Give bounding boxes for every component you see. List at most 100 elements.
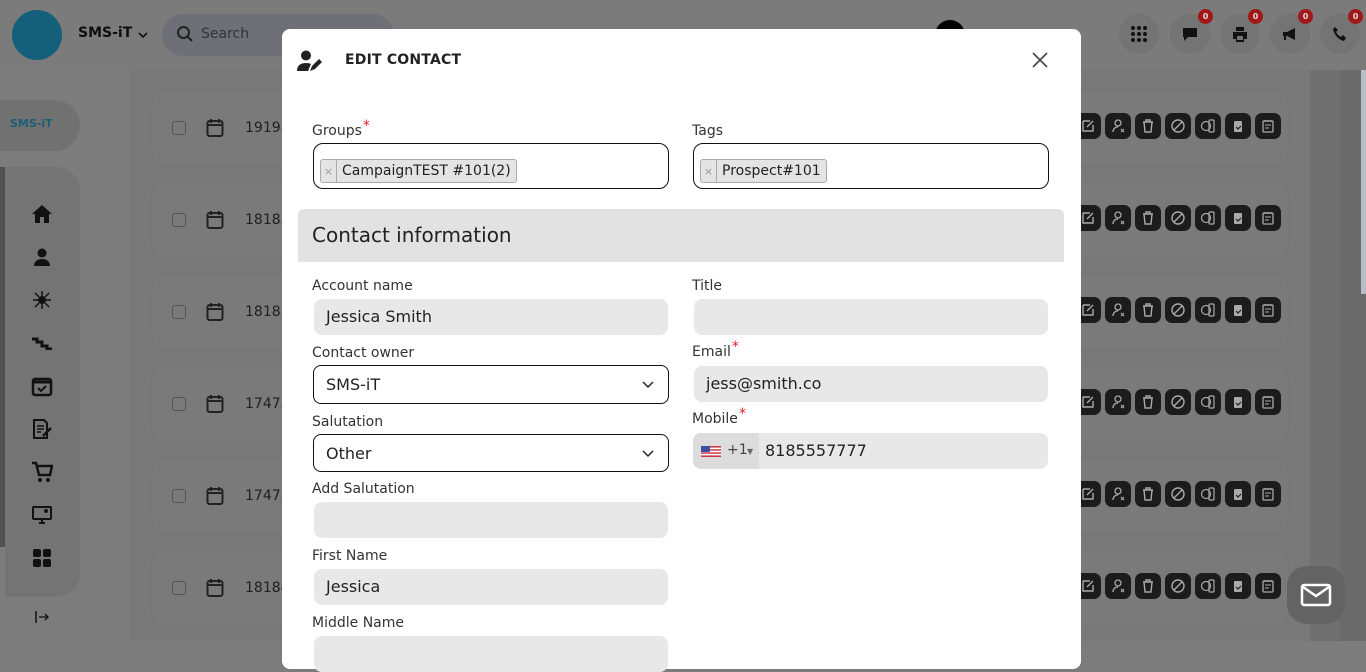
chevron-down-icon[interactable] xyxy=(137,29,149,41)
sidebar-item-contacts[interactable] xyxy=(30,245,54,269)
page-scrollbar-thumb[interactable] xyxy=(1361,70,1366,294)
contact-owner-value: SMS-iT xyxy=(326,375,381,394)
edit-icon xyxy=(1082,120,1094,132)
row-checkbox[interactable] xyxy=(172,213,186,227)
row-checkbox[interactable] xyxy=(172,397,186,411)
middle-name-input[interactable] xyxy=(314,636,668,672)
calendar-icon xyxy=(206,119,224,137)
row-checkbox[interactable] xyxy=(172,489,186,503)
dashboard-icon xyxy=(33,549,51,567)
mobile-input[interactable]: +1 ▼ 8185557777 xyxy=(693,433,1048,469)
mail-fab-button[interactable] xyxy=(1287,566,1345,624)
globe-device-button[interactable] xyxy=(1195,205,1221,231)
title-input[interactable] xyxy=(694,299,1048,335)
clipboard-check-icon xyxy=(1234,581,1242,592)
notepad-button[interactable] xyxy=(1255,573,1281,599)
sidebar-item-dashboard[interactable] xyxy=(30,546,54,570)
globe-device-button[interactable] xyxy=(1195,573,1221,599)
cart-icon xyxy=(32,461,53,482)
notepad-icon xyxy=(1262,212,1274,225)
block-button[interactable] xyxy=(1165,389,1191,415)
sidebar-item-network[interactable] xyxy=(30,288,54,312)
brand-avatar[interactable] xyxy=(12,10,62,60)
tag-chip-label: Prospect#101 xyxy=(722,163,821,179)
row-checkbox[interactable] xyxy=(172,581,186,595)
remove-chip-icon[interactable]: × xyxy=(321,160,337,182)
fax-badge: 0 xyxy=(1248,9,1263,24)
trash-button[interactable] xyxy=(1135,481,1161,507)
sidebar-item-monitor[interactable] xyxy=(30,503,54,527)
close-icon[interactable] xyxy=(1031,51,1049,69)
clipboard-check-button[interactable] xyxy=(1225,113,1251,139)
row-checkbox[interactable] xyxy=(172,305,186,319)
clipboard-check-button[interactable] xyxy=(1225,573,1251,599)
clipboard-check-button[interactable] xyxy=(1225,205,1251,231)
fax-button[interactable]: 0 xyxy=(1220,9,1263,54)
apps-grid-button[interactable] xyxy=(1119,14,1159,54)
megaphone-icon xyxy=(1283,28,1295,40)
tags-multiselect[interactable]: × Prospect#101 xyxy=(693,143,1049,189)
notepad-button[interactable] xyxy=(1255,297,1281,323)
megaphone-button[interactable]: 0 xyxy=(1270,9,1313,54)
globe-device-button[interactable] xyxy=(1195,113,1221,139)
user-remove-button[interactable] xyxy=(1105,205,1131,231)
sidebar-item-home[interactable] xyxy=(30,202,54,226)
chat-button[interactable]: 0 xyxy=(1170,9,1213,54)
add-salutation-label: Add Salutation xyxy=(312,481,415,497)
row-actions xyxy=(1075,573,1281,599)
notepad-button[interactable] xyxy=(1255,389,1281,415)
trash-button[interactable] xyxy=(1135,389,1161,415)
sidebar-item-cart[interactable] xyxy=(30,460,54,484)
add-salutation-input[interactable] xyxy=(314,502,668,538)
block-button[interactable] xyxy=(1165,297,1191,323)
calendar-icon xyxy=(206,487,224,505)
globe-device-button[interactable] xyxy=(1195,389,1221,415)
email-input[interactable]: jess@smith.co xyxy=(694,366,1048,402)
trash-button[interactable] xyxy=(1135,573,1161,599)
sidebar-item-documents[interactable] xyxy=(30,417,54,441)
notepad-button[interactable] xyxy=(1255,113,1281,139)
notepad-button[interactable] xyxy=(1255,205,1281,231)
megaphone-badge: 0 xyxy=(1298,9,1313,24)
salutation-select[interactable]: Other xyxy=(313,434,669,472)
notepad-button[interactable] xyxy=(1255,481,1281,507)
user-remove-button[interactable] xyxy=(1105,389,1131,415)
phone-button[interactable]: 0 xyxy=(1320,9,1363,54)
trash-button[interactable] xyxy=(1135,205,1161,231)
block-button[interactable] xyxy=(1165,113,1191,139)
country-code-select[interactable]: +1 ▼ xyxy=(693,433,759,469)
account-name-input[interactable]: Jessica Smith xyxy=(314,299,668,335)
pipeline-icon xyxy=(32,337,52,350)
sidebar-logo[interactable]: SMS-iT xyxy=(0,100,80,151)
sidebar-item-pipeline[interactable] xyxy=(30,331,54,355)
user-edit-icon xyxy=(297,50,322,71)
contact-owner-label: Contact owner xyxy=(312,345,415,361)
block-button[interactable] xyxy=(1165,481,1191,507)
user-remove-button[interactable] xyxy=(1105,481,1131,507)
contact-owner-select[interactable]: SMS-iT xyxy=(313,365,669,404)
modal-title: EDIT CONTACT xyxy=(345,52,462,68)
trash-button[interactable] xyxy=(1135,297,1161,323)
trash-button[interactable] xyxy=(1135,113,1161,139)
sidebar-item-calendar[interactable] xyxy=(30,374,54,398)
row-checkbox[interactable] xyxy=(172,121,186,135)
trash-icon xyxy=(1143,395,1153,409)
globe-device-button[interactable] xyxy=(1195,481,1221,507)
globe-device-icon xyxy=(1200,211,1215,225)
groups-multiselect[interactable]: × CampaignTEST #101(2) xyxy=(313,143,669,189)
user-remove-button[interactable] xyxy=(1105,113,1131,139)
sidebar-collapse-button[interactable] xyxy=(34,610,50,628)
brand-name[interactable]: SMS-iT xyxy=(78,25,132,41)
block-button[interactable] xyxy=(1165,205,1191,231)
clipboard-check-button[interactable] xyxy=(1225,481,1251,507)
user-remove-button[interactable] xyxy=(1105,297,1131,323)
remove-chip-icon[interactable]: × xyxy=(701,160,717,182)
clipboard-check-button[interactable] xyxy=(1225,389,1251,415)
sidebar xyxy=(5,167,80,597)
user-remove-button[interactable] xyxy=(1105,573,1131,599)
notepad-icon xyxy=(1262,120,1274,133)
block-button[interactable] xyxy=(1165,573,1191,599)
clipboard-check-button[interactable] xyxy=(1225,297,1251,323)
globe-device-button[interactable] xyxy=(1195,297,1221,323)
first-name-input[interactable]: Jessica xyxy=(314,569,668,605)
